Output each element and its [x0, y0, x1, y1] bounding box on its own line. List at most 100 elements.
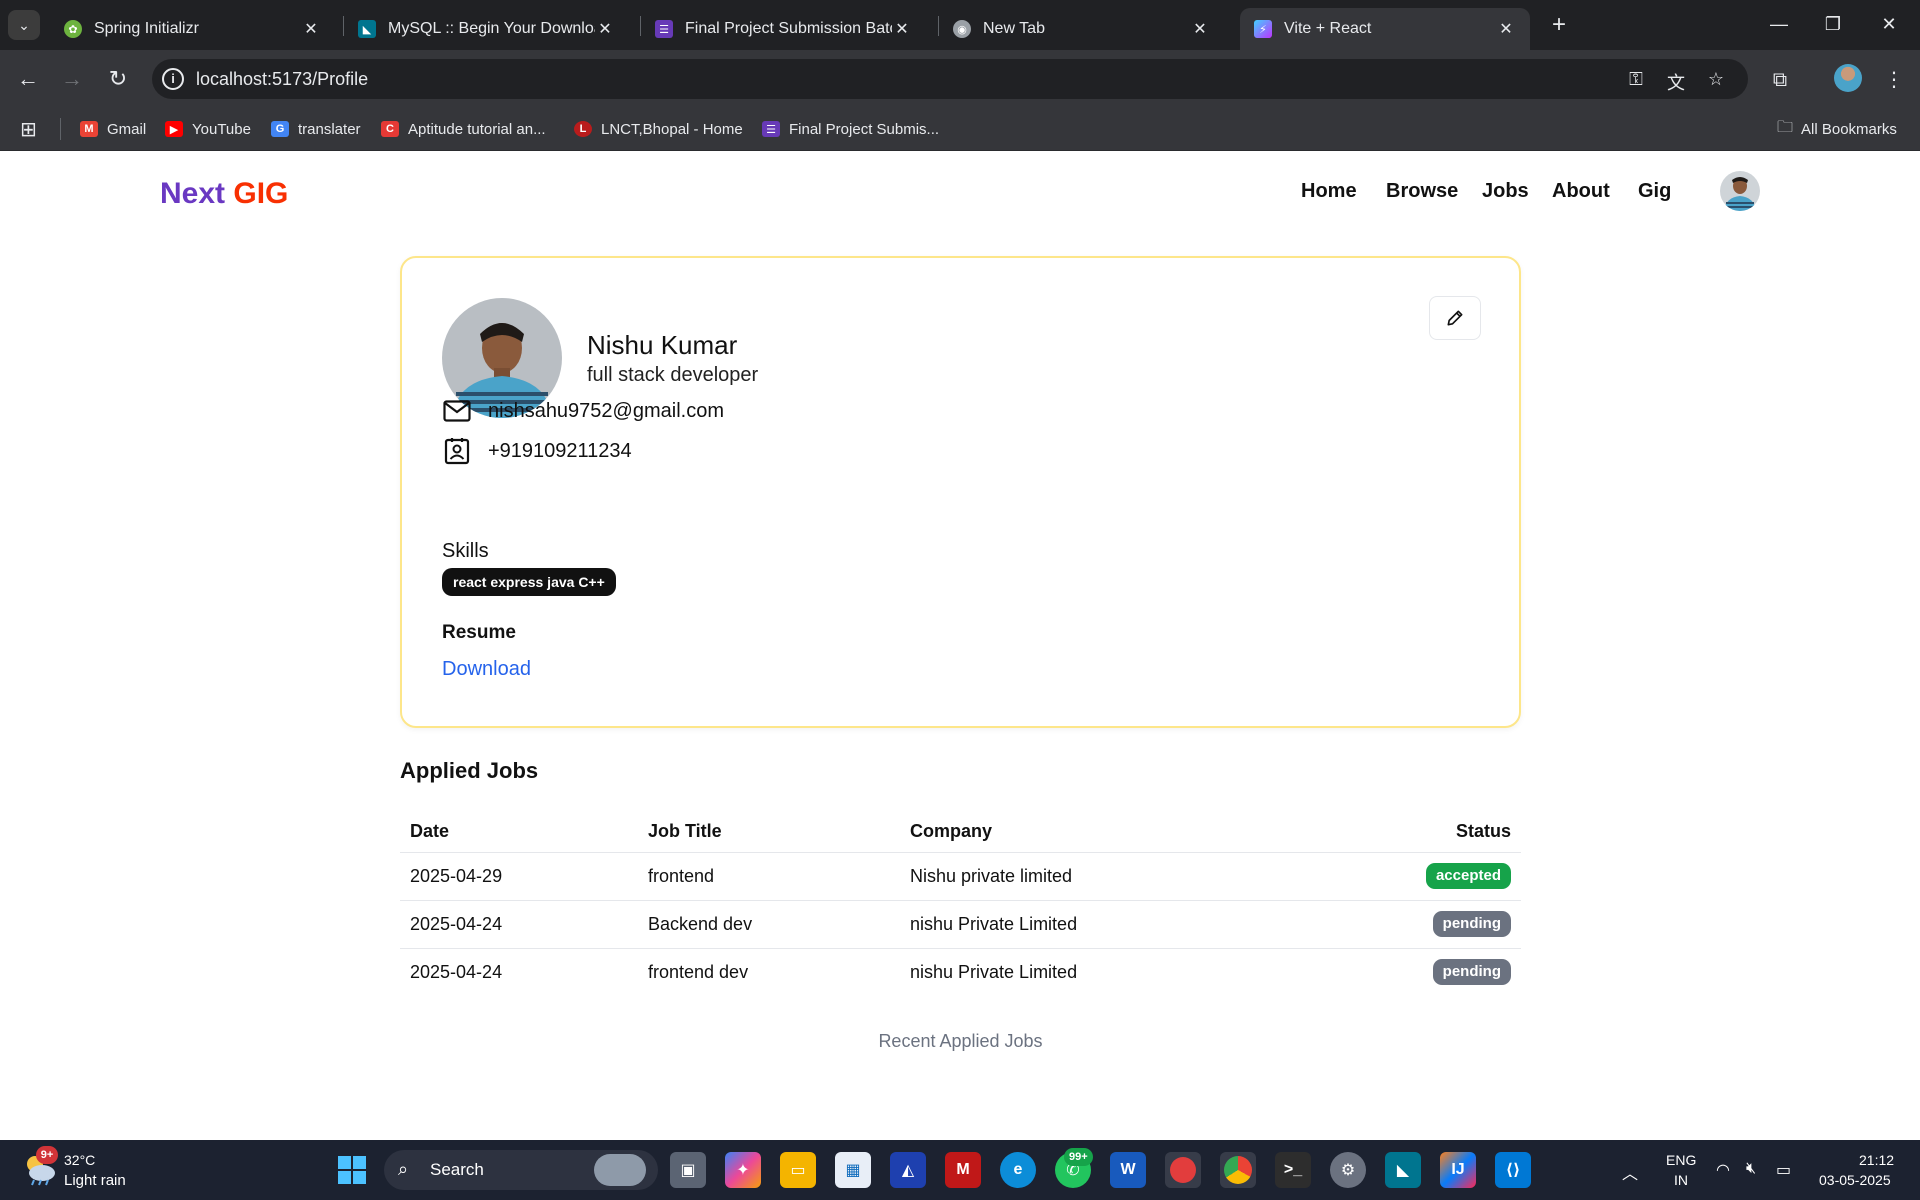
- cell-company: nishu Private Limited: [910, 961, 1078, 982]
- close-tab-icon[interactable]: ✕: [1190, 19, 1210, 39]
- bookmark-youtube[interactable]: ▶ YouTube: [165, 118, 251, 140]
- resume-download-link[interactable]: Download: [442, 658, 531, 681]
- table-row: 2025-04-24 Backend dev nishu Private Lim…: [400, 900, 1521, 949]
- bookmark-label: translater: [298, 120, 361, 138]
- form-icon: ☰: [762, 121, 780, 137]
- vscode-icon[interactable]: ⟨⟩: [1495, 1152, 1531, 1188]
- media-player-icon[interactable]: [1165, 1152, 1201, 1188]
- new-tab-button[interactable]: +: [1544, 10, 1574, 40]
- close-tab-icon[interactable]: ✕: [301, 19, 321, 39]
- cell-date: 2025-04-29: [400, 852, 638, 901]
- applied-jobs-title: Applied Jobs: [400, 758, 539, 783]
- cell-company: nishu Private Limited: [900, 900, 1320, 949]
- bookmark-label: All Bookmarks: [1801, 120, 1897, 138]
- edit-profile-button[interactable]: [1429, 296, 1481, 340]
- forward-arrow-icon[interactable]: →: [57, 64, 87, 94]
- cell-status: pending: [1320, 900, 1521, 949]
- intellij-icon[interactable]: IJ: [1440, 1152, 1476, 1188]
- tab-title: MySQL :: Begin Your Download: [388, 20, 595, 37]
- windows-start-icon[interactable]: [334, 1152, 370, 1188]
- language-region[interactable]: IN: [1674, 1172, 1688, 1188]
- edge-icon[interactable]: e: [1000, 1152, 1036, 1188]
- tab-vite-react[interactable]: ⚡ Vite + React ✕: [1240, 8, 1530, 50]
- user-avatar[interactable]: [1720, 171, 1760, 211]
- terminal-icon[interactable]: >_: [1275, 1152, 1311, 1188]
- cell-company: Nishu private limited: [900, 852, 1320, 901]
- back-arrow-icon[interactable]: ←: [13, 64, 43, 94]
- browser-profile-avatar[interactable]: [1834, 64, 1862, 92]
- apps-grid-icon[interactable]: ⊞: [20, 118, 37, 141]
- taskbar-search[interactable]: ⌕ Search: [384, 1150, 658, 1190]
- weather-description[interactable]: Light rain: [64, 1172, 126, 1189]
- dev-tool-icon[interactable]: ◭: [890, 1152, 926, 1188]
- restore-window-icon[interactable]: ❐: [1810, 8, 1856, 40]
- all-bookmarks-folder[interactable]: 🗀 All Bookmarks: [1777, 118, 1897, 140]
- nav-home[interactable]: Home: [1301, 180, 1357, 203]
- bookmark-final-project[interactable]: ☰ Final Project Submis...: [762, 118, 939, 140]
- bookmarks-bar: ⊞ M Gmail ▶ YouTube G translater C Aptit…: [0, 108, 1920, 151]
- copilot-icon[interactable]: ✦: [725, 1152, 761, 1188]
- settings-gear-icon[interactable]: ⚙: [1330, 1152, 1366, 1188]
- phone-row: +919109211234: [442, 437, 632, 465]
- microsoft-store-icon[interactable]: ▦: [835, 1152, 871, 1188]
- search-placeholder: Search: [430, 1160, 484, 1179]
- whatsapp-badge: 99+: [1064, 1148, 1093, 1166]
- nav-jobs[interactable]: Jobs: [1482, 180, 1529, 203]
- close-window-icon[interactable]: ✕: [1866, 8, 1912, 40]
- password-key-icon[interactable]: ⚿: [1624, 69, 1648, 91]
- close-tab-icon[interactable]: ✕: [595, 19, 615, 39]
- cell-date: 2025-04-24: [410, 961, 503, 982]
- show-hidden-icons-chevron-icon[interactable]: ︿: [1622, 1160, 1638, 1184]
- pencil-icon: [1447, 310, 1463, 326]
- file-explorer-icon[interactable]: ▭: [780, 1152, 816, 1188]
- speaker-muted-icon[interactable]: 🔇︎: [1746, 1160, 1756, 1178]
- bookmark-star-icon[interactable]: ☆: [1704, 69, 1728, 91]
- bookmark-lnct[interactable]: L LNCT,Bhopal - Home: [574, 118, 743, 140]
- mcafee-icon[interactable]: M: [945, 1152, 981, 1188]
- youtube-icon: ▶: [165, 121, 183, 137]
- translate-icon[interactable]: 文: [1664, 69, 1688, 93]
- address-bar[interactable]: i localhost:5173/Profile ⚿ 文 ☆: [152, 59, 1748, 99]
- battery-icon[interactable]: ▭: [1776, 1160, 1791, 1180]
- bookmark-translater[interactable]: G translater: [271, 118, 361, 140]
- resume-label: Resume: [442, 622, 516, 643]
- close-tab-icon[interactable]: ✕: [1496, 19, 1516, 39]
- profile-email: nishsahu9752@gmail.com: [488, 399, 724, 422]
- form-icon: ☰: [655, 20, 673, 38]
- bookmark-label: Gmail: [107, 120, 147, 138]
- mysql-workbench-icon[interactable]: ◣: [1385, 1152, 1421, 1188]
- nav-browse[interactable]: Browse: [1386, 180, 1458, 203]
- menu-kebab-icon[interactable]: ⋮: [1880, 66, 1908, 94]
- clock-time[interactable]: 21:12: [1859, 1152, 1894, 1168]
- weather-temperature[interactable]: 32°C: [64, 1152, 95, 1168]
- table-caption: Recent Applied Jobs: [878, 1031, 1043, 1051]
- tab-spring-initializr[interactable]: ✿ Spring Initializr ✕: [50, 8, 335, 50]
- nav-gig[interactable]: Gig: [1638, 180, 1671, 203]
- language-indicator[interactable]: ENG: [1666, 1152, 1696, 1168]
- url-text[interactable]: localhost:5173/Profile: [196, 69, 368, 90]
- wifi-icon[interactable]: ◠: [1716, 1160, 1730, 1180]
- bookmark-label: Final Project Submis...: [789, 120, 940, 138]
- nav-about[interactable]: About: [1552, 180, 1610, 203]
- cell-status: pending: [1320, 948, 1521, 996]
- reload-icon[interactable]: ↻: [103, 64, 133, 94]
- chrome-icon[interactable]: [1220, 1152, 1256, 1188]
- bookmark-aptitude[interactable]: C Aptitude tutorial an...: [381, 118, 546, 140]
- close-tab-icon[interactable]: ✕: [892, 19, 912, 39]
- tab-title: New Tab: [983, 20, 1045, 37]
- tab-search-dropdown-icon[interactable]: ⌄: [8, 10, 40, 40]
- site-info-icon[interactable]: i: [162, 68, 184, 90]
- tab-new-tab[interactable]: ◉ New Tab ✕: [939, 8, 1224, 50]
- chrome-icon: ◉: [953, 20, 971, 38]
- task-view-icon[interactable]: ▣: [670, 1152, 706, 1188]
- brand-logo[interactable]: Next GIG: [160, 177, 288, 211]
- status-badge: accepted: [1425, 863, 1511, 889]
- extensions-puzzle-icon[interactable]: ⧉: [1766, 66, 1794, 94]
- tab-mysql-download[interactable]: ◣ MySQL :: Begin Your Download ✕: [344, 8, 629, 50]
- word-icon[interactable]: W: [1110, 1152, 1146, 1188]
- bookmark-gmail[interactable]: M Gmail: [80, 118, 146, 140]
- minimize-window-icon[interactable]: —: [1756, 8, 1802, 40]
- tab-final-project-submission[interactable]: ☰ Final Project Submission Batch( ✕: [641, 8, 926, 50]
- profile-bio: full stack developer: [587, 364, 759, 386]
- clock-date[interactable]: 03-05-2025: [1819, 1172, 1891, 1188]
